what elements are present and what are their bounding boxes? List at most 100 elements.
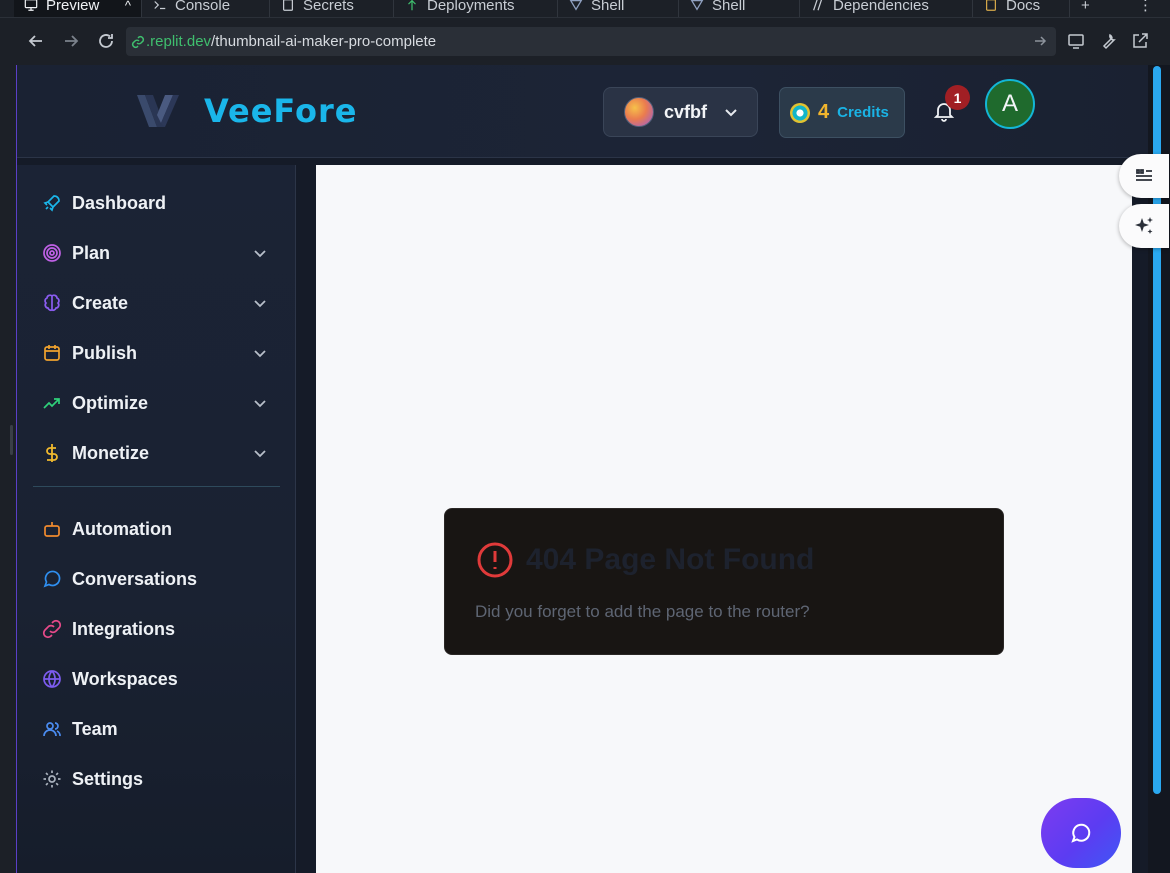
- close-icon[interactable]: ^: [125, 0, 131, 13]
- credits-label: Credits: [837, 104, 889, 121]
- ai-sparkle-button[interactable]: [1119, 204, 1169, 248]
- sidebar-item-label: Conversations: [72, 568, 198, 589]
- user-avatar[interactable]: A: [985, 79, 1035, 129]
- sidebar-item-publish[interactable]: Publish: [17, 333, 296, 373]
- lock-icon: [283, 0, 293, 11]
- deploy-icon: [408, 0, 416, 11]
- message-circle-icon: [43, 570, 61, 588]
- new-tab-button[interactable]: +: [1071, 0, 1116, 17]
- url-host: .replit.dev: [146, 33, 212, 50]
- target-icon: [43, 244, 61, 262]
- gear-icon: [43, 770, 61, 788]
- chevron-down-icon: [254, 400, 266, 408]
- sidebar-divider: [33, 486, 280, 487]
- sidebar-item-dashboard[interactable]: Dashboard: [17, 183, 296, 223]
- sidebar-item-monetize[interactable]: Monetize: [17, 433, 296, 473]
- globe-icon: [43, 670, 61, 688]
- brand-name: VeeFore: [204, 92, 358, 130]
- sidebar-item-create[interactable]: Create: [17, 283, 296, 323]
- monitor-icon: [24, 0, 38, 11]
- chevron-down-icon: [254, 450, 266, 458]
- sidebar-item-settings[interactable]: Settings: [17, 759, 296, 799]
- app-preview: VeeFore cvfbf 4 Credits 1 A Dashboard Pl…: [16, 65, 1154, 873]
- chat-fab-button[interactable]: [1041, 798, 1121, 868]
- app-header: VeeFore cvfbf 4 Credits 1 A: [17, 65, 1154, 158]
- tab-docs[interactable]: Docs: [974, 0, 1070, 17]
- tab-label: Shell: [591, 0, 625, 14]
- forward-arrow-icon[interactable]: [61, 31, 81, 51]
- more-vertical-icon: ⋮: [1138, 0, 1153, 14]
- brain-icon: [44, 294, 60, 312]
- devices-icon[interactable]: [1067, 32, 1085, 50]
- main-content: 404 Page Not Found Did you forget to add…: [316, 165, 1132, 873]
- refresh-icon[interactable]: [96, 31, 116, 51]
- sidebar-item-integrations[interactable]: Integrations: [17, 609, 296, 649]
- tab-shell-2[interactable]: Shell: [680, 0, 800, 17]
- ide-tab-bar: Preview ^ Console Secrets Deployments Sh…: [0, 0, 1170, 18]
- tab-label: Docs: [1006, 0, 1041, 14]
- browser-toolbar: .replit.dev/thumbnail-ai-maker-pro-compl…: [0, 18, 1170, 65]
- wrench-icon[interactable]: [1099, 32, 1117, 50]
- alert-circle-icon: [477, 542, 513, 578]
- bot-icon: [44, 522, 60, 537]
- tab-label: Preview: [46, 0, 100, 14]
- tab-secrets[interactable]: Secrets: [271, 0, 394, 17]
- calendar-icon: [44, 345, 60, 361]
- dollar-icon: [46, 444, 58, 462]
- credits-button[interactable]: 4 Credits: [779, 87, 905, 138]
- sidebar-item-label: Plan: [72, 242, 111, 263]
- sidebar-item-automation[interactable]: Automation: [17, 509, 296, 549]
- sidebar-item-label: Workspaces: [72, 668, 178, 689]
- external-link-icon[interactable]: [1131, 32, 1149, 50]
- sidebar-item-label: Dashboard: [72, 192, 167, 213]
- link-icon: [42, 619, 62, 639]
- credits-coin-icon: [790, 102, 810, 123]
- message-circle-icon: [1071, 823, 1091, 843]
- sidebar-item-label: Integrations: [72, 618, 176, 639]
- sidebar-item-conversations[interactable]: Conversations: [17, 559, 296, 599]
- sidebar-item-label: Monetize: [72, 442, 150, 463]
- credits-count: 4: [818, 101, 830, 123]
- tab-preview[interactable]: Preview ^: [14, 0, 142, 17]
- sidebar-item-team[interactable]: Team: [17, 709, 296, 749]
- tab-shell[interactable]: Shell: [559, 0, 679, 17]
- shell-icon: [690, 0, 704, 11]
- workspace-avatar: [624, 97, 654, 127]
- tab-console[interactable]: Console: [143, 0, 270, 17]
- chevron-down-icon: [254, 300, 266, 308]
- chevron-down-icon: [725, 109, 737, 117]
- chevron-down-icon: [254, 350, 266, 358]
- users-icon: [43, 722, 61, 737]
- workspace-switcher-button[interactable]: cvfbf: [603, 87, 758, 137]
- quote-widget-button[interactable]: [1119, 154, 1169, 198]
- workspace-name: cvfbf: [664, 101, 708, 122]
- more-options-button[interactable]: ⋮: [1128, 0, 1158, 17]
- tab-deployments[interactable]: Deployments: [395, 0, 558, 17]
- sidebar-item-label: Optimize: [72, 392, 149, 413]
- shell-icon: [569, 0, 583, 11]
- sidebar: Dashboard Plan Create Publish Optimize M…: [17, 165, 296, 873]
- rocket-icon: [43, 195, 60, 212]
- sidebar-item-label: Automation: [72, 518, 172, 539]
- sidebar-item-plan[interactable]: Plan: [17, 233, 296, 273]
- sidebar-item-label: Publish: [72, 342, 138, 363]
- terminal-icon: [154, 1, 166, 10]
- tab-label: Dependencies: [833, 0, 929, 14]
- url-path: /thumbnail-ai-maker-pro-complete: [211, 33, 437, 50]
- tab-dependencies[interactable]: Dependencies: [801, 0, 973, 17]
- go-arrow-icon[interactable]: [1032, 33, 1048, 49]
- notification-badge: 1: [945, 85, 970, 110]
- url-field[interactable]: .replit.dev/thumbnail-ai-maker-pro-compl…: [126, 27, 1056, 56]
- veefore-logo-icon: [137, 95, 179, 127]
- sidebar-item-label: Settings: [72, 768, 144, 789]
- sidebar-item-workspaces[interactable]: Workspaces: [17, 659, 296, 699]
- quote-list-icon: [1136, 169, 1152, 181]
- error-title: 404 Page Not Found: [526, 543, 815, 576]
- back-arrow-icon[interactable]: [26, 31, 46, 51]
- trending-up-icon: [43, 398, 60, 409]
- tab-label: Deployments: [427, 0, 515, 14]
- not-found-card: 404 Page Not Found Did you forget to add…: [444, 508, 1004, 655]
- resize-handle[interactable]: [10, 425, 13, 455]
- sidebar-item-optimize[interactable]: Optimize: [17, 383, 296, 423]
- sidebar-item-label: Team: [72, 718, 118, 739]
